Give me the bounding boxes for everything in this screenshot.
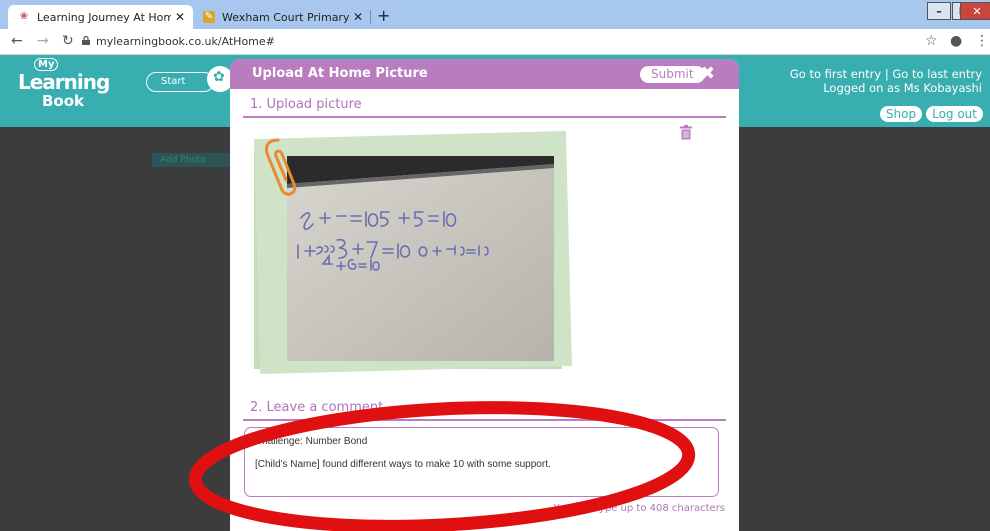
start-button[interactable]: Start bbox=[146, 72, 214, 92]
lock-icon bbox=[82, 36, 90, 45]
tab-wexham-court[interactable]: ✎ Wexham Court Primary - Homew ✕ bbox=[193, 5, 371, 29]
comment-line: [Child's Name] found different ways to m… bbox=[255, 459, 551, 470]
add-photo-button[interactable]: Add Photo bbox=[152, 153, 230, 167]
my-learning-book-logo[interactable]: My Learning Book bbox=[12, 58, 120, 110]
minimize-button[interactable]: – bbox=[927, 2, 951, 20]
profile-icon[interactable]: ● bbox=[950, 33, 962, 49]
url-field[interactable]: mylearningbook.co.uk/AtHome# bbox=[96, 35, 275, 48]
first-entry-link[interactable]: Go to first entry bbox=[790, 67, 881, 81]
tab-title: Learning Journey At Home bbox=[37, 10, 171, 24]
new-tab-button[interactable]: + bbox=[377, 6, 390, 25]
section-divider bbox=[243, 419, 726, 421]
character-count: You can type up to 408 characters bbox=[553, 503, 725, 514]
tab-close-icon[interactable]: ✕ bbox=[175, 10, 185, 24]
upload-modal: Upload At Home Picture Submit ✖ 1. Uploa… bbox=[230, 59, 739, 531]
browser-tab-strip: ❀ Learning Journey At Home ✕ ✎ Wexham Co… bbox=[0, 0, 990, 29]
address-bar: ← → ↻ mylearningbook.co.uk/AtHome# ☆ ● ⋮ bbox=[0, 29, 990, 55]
trash-icon[interactable] bbox=[680, 125, 692, 140]
tab-title: Wexham Court Primary - Homew bbox=[222, 10, 349, 24]
submit-button[interactable]: Submit bbox=[640, 66, 705, 83]
last-entry-link[interactable]: Go to last entry bbox=[892, 67, 982, 81]
comment-textarea[interactable]: Challenge: Number Bond [Child's Name] fo… bbox=[244, 427, 719, 497]
uploaded-photo[interactable] bbox=[287, 156, 554, 361]
school-favicon-icon: ✎ bbox=[203, 11, 215, 23]
window-close-button[interactable]: ✕ bbox=[960, 2, 990, 20]
header-buttons: Shop Log out bbox=[876, 106, 983, 122]
comment-line: Challenge: Number Bond bbox=[255, 436, 368, 447]
modal-header: Upload At Home Picture Submit ✖ bbox=[230, 59, 739, 89]
logout-button[interactable]: Log out bbox=[926, 106, 983, 122]
modal-title: Upload At Home Picture bbox=[252, 66, 428, 81]
section-divider bbox=[243, 116, 726, 118]
tab-close-icon[interactable]: ✕ bbox=[353, 10, 363, 24]
window-close-wrap: ✕ bbox=[959, 2, 990, 20]
forward-icon[interactable]: → bbox=[37, 33, 49, 49]
whiteboard-image bbox=[287, 156, 554, 361]
section-upload-heading: 1. Upload picture bbox=[250, 97, 362, 112]
tab-learning-journey[interactable]: ❀ Learning Journey At Home ✕ bbox=[8, 5, 193, 29]
paperclip-icon bbox=[264, 138, 297, 196]
bookmark-star-icon[interactable]: ☆ bbox=[925, 33, 938, 49]
logged-on-text: Logged on as Ms Kobayashi bbox=[823, 81, 982, 95]
nav-separator: | bbox=[884, 67, 889, 81]
reload-icon[interactable]: ↻ bbox=[62, 33, 74, 49]
menu-kebab-icon[interactable]: ⋮ bbox=[975, 33, 989, 49]
back-icon[interactable]: ← bbox=[11, 33, 23, 49]
entry-navigation: Go to first entry | Go to last entry Log… bbox=[790, 67, 982, 95]
close-icon[interactable]: ✖ bbox=[700, 63, 715, 84]
section-comment-heading: 2. Leave a comment bbox=[250, 400, 384, 415]
shop-button[interactable]: Shop bbox=[879, 106, 923, 122]
tab-separator bbox=[370, 10, 371, 24]
site-favicon-icon: ❀ bbox=[19, 11, 29, 22]
